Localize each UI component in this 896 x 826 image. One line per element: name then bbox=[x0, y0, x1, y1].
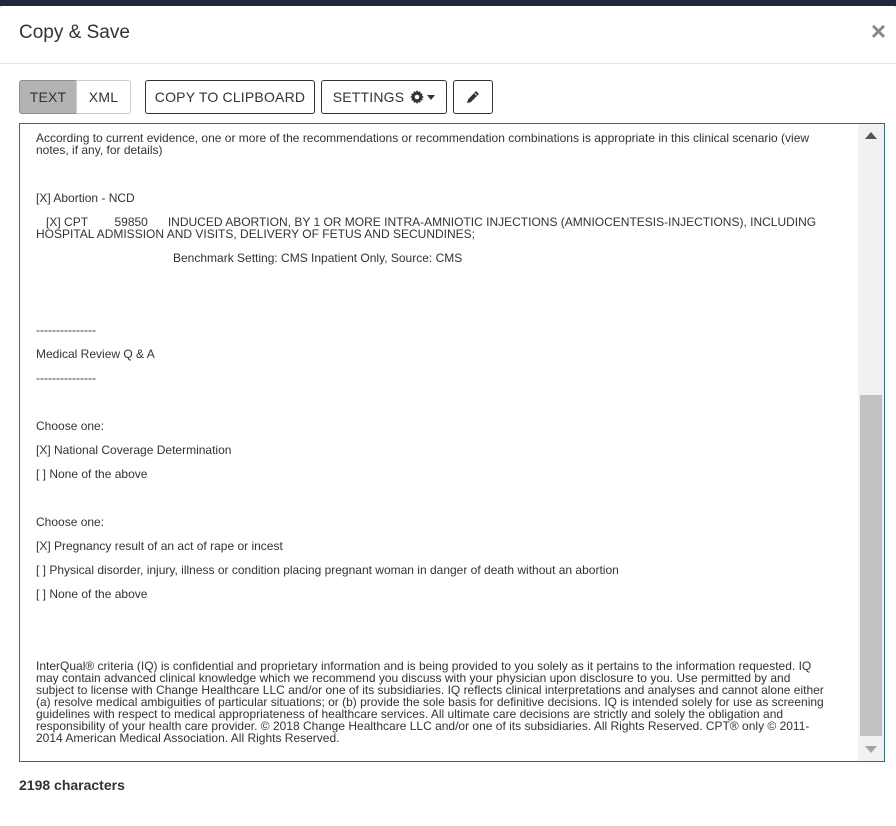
text-line: Benchmark Setting: CMS Inpatient Only, S… bbox=[173, 251, 463, 265]
text-line: [ ] Physical disorder, injury, illness o… bbox=[36, 563, 619, 577]
scrollbar-thumb[interactable] bbox=[860, 395, 882, 736]
text-line: Choose one: bbox=[36, 515, 105, 529]
dialog-header: Copy & Save × bbox=[0, 6, 896, 64]
settings-button[interactable]: SETTINGS bbox=[321, 80, 447, 114]
scroll-down-arrow-icon[interactable] bbox=[865, 746, 877, 753]
text-line: [ ] None of the above bbox=[36, 467, 148, 481]
dialog-title: Copy & Save bbox=[19, 22, 130, 43]
text-line: [X] Pregnancy result of an act of rape o… bbox=[36, 539, 283, 553]
text-line: [X] National Coverage Determination bbox=[36, 443, 232, 457]
text-line: Choose one: bbox=[36, 419, 105, 433]
pencil-icon bbox=[466, 90, 480, 104]
output-text-content: According to current evidence, one or mo… bbox=[36, 132, 828, 744]
text-tab-button[interactable]: TEXT bbox=[19, 80, 77, 114]
output-text-area[interactable]: According to current evidence, one or mo… bbox=[19, 123, 885, 762]
copy-to-clipboard-button[interactable]: COPY TO CLIPBOARD bbox=[145, 80, 315, 114]
chevron-down-icon bbox=[427, 94, 436, 100]
text-line: --------------- bbox=[36, 323, 96, 337]
character-count: 2198 characters bbox=[19, 777, 125, 793]
text-line: --------------- bbox=[36, 371, 96, 385]
copy-save-dialog: Copy & Save × TEXT XML COPY TO CLIPBOARD… bbox=[0, 6, 896, 826]
text-line: [ ] None of the above bbox=[36, 587, 148, 601]
vertical-scrollbar[interactable] bbox=[858, 124, 884, 761]
close-button[interactable]: × bbox=[871, 18, 886, 44]
text-line: According to current evidence, one or mo… bbox=[36, 131, 813, 157]
scroll-up-arrow-icon[interactable] bbox=[865, 132, 877, 139]
disclaimer-text: InterQual® criteria (IQ) is confidential… bbox=[36, 659, 828, 745]
xml-tab-button[interactable]: XML bbox=[76, 80, 131, 114]
edit-button[interactable] bbox=[453, 80, 493, 114]
text-line: [X] CPT 59850 INDUCED ABORTION, BY 1 OR … bbox=[36, 215, 820, 241]
settings-label: SETTINGS bbox=[332, 89, 405, 105]
gear-icon bbox=[410, 90, 425, 104]
text-line: Medical Review Q & A bbox=[36, 347, 155, 361]
text-line: [X] Abortion - NCD bbox=[36, 191, 135, 205]
